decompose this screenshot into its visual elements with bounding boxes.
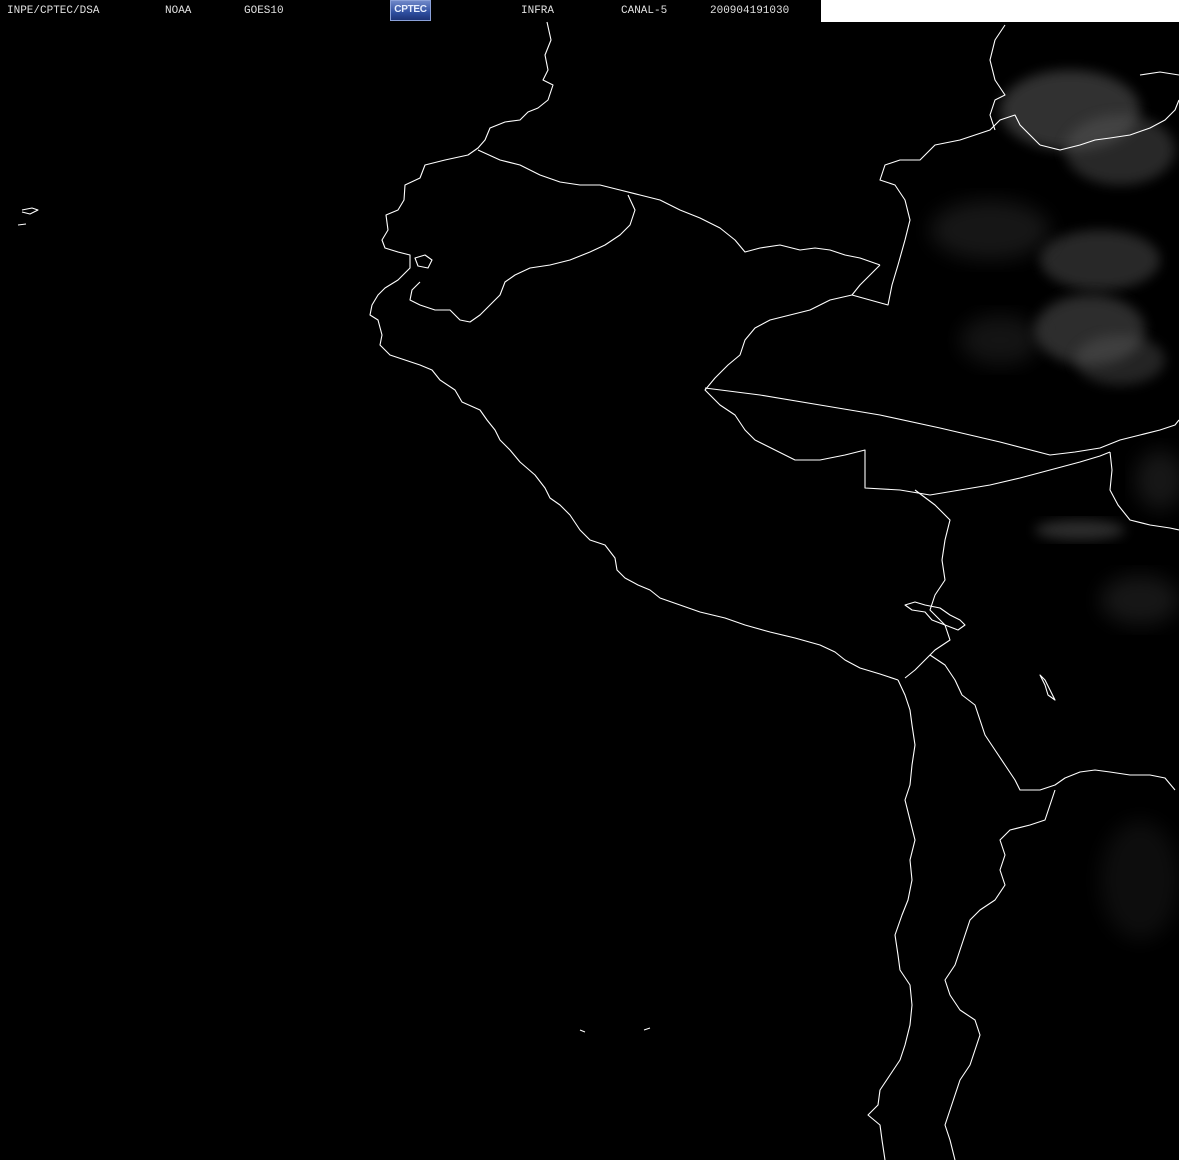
cloud-patch [930, 200, 1050, 260]
border-argentina-chile-south [944, 789, 1056, 1160]
boundary-lines [17, 21, 1179, 1160]
cloud-patch [1035, 520, 1125, 540]
cloud-patch [1040, 230, 1160, 290]
island-puna [414, 254, 433, 269]
border-ecuador-peru [409, 194, 636, 323]
border-peru-bolivia [904, 489, 951, 679]
galapagos-islands [17, 207, 39, 226]
cloud-patch [1100, 575, 1179, 625]
small-lake [1039, 674, 1056, 701]
border-brazil-bolivia-line [704, 387, 1179, 456]
cloud-patch [1075, 335, 1165, 385]
border-ecuador-colombia [477, 149, 881, 266]
cloud-patch [960, 315, 1040, 365]
coastline-chile [867, 679, 916, 1160]
cloud-patch [1065, 115, 1175, 185]
cloud-cover [930, 70, 1179, 940]
lake-titicaca [904, 601, 966, 631]
small-island [579, 1027, 651, 1033]
cloud-patch [1135, 450, 1179, 510]
coastline-north [369, 21, 899, 681]
satellite-map [17, 21, 1179, 1160]
cloud-patch [1100, 820, 1179, 940]
border-chile-argentina [929, 654, 1176, 791]
